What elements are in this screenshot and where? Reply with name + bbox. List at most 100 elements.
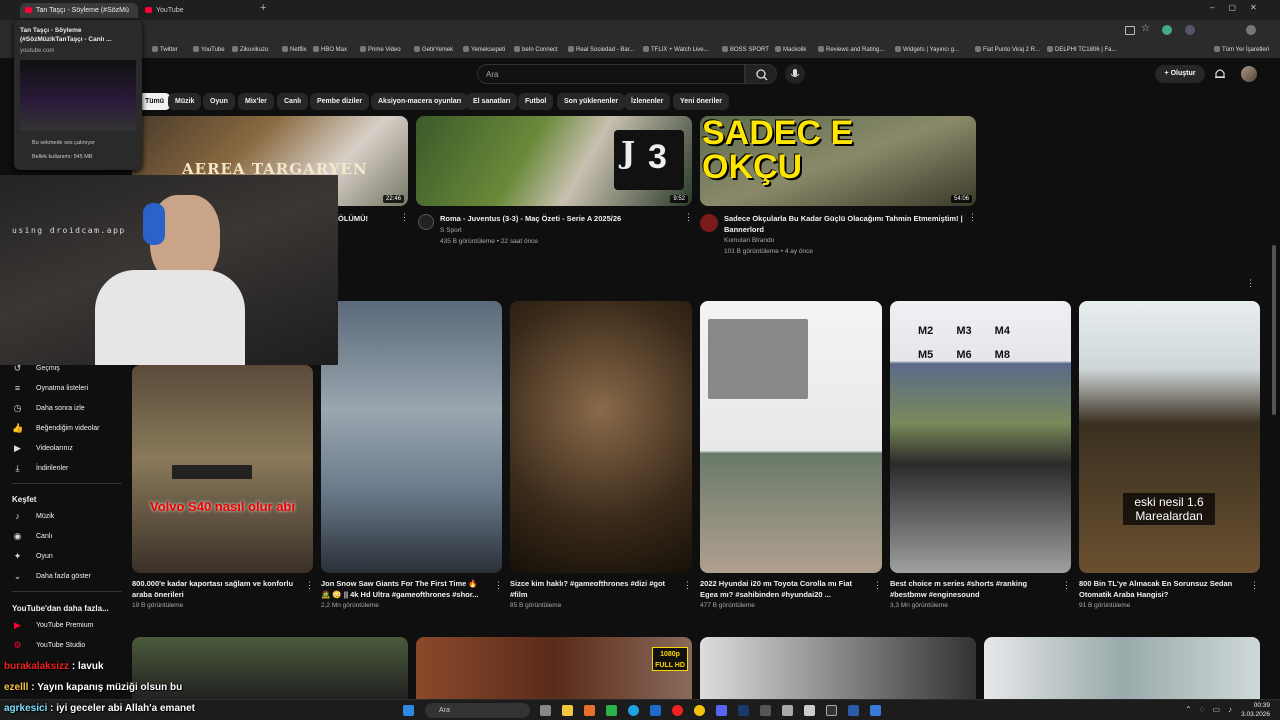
sidebar-item-liked[interactable]: 👍 Beğendiğim videolar	[12, 419, 122, 439]
bookmark[interactable]: DELPHI TC1806 | Fa...	[1047, 46, 1116, 53]
star-icon[interactable]: ☆	[1141, 23, 1150, 34]
short-thumbnail[interactable]	[510, 301, 692, 573]
edge-icon[interactable]	[628, 705, 639, 716]
notifications-bell-icon[interactable]	[1213, 67, 1227, 81]
short-thumbnail[interactable]: Volvo S40 nasıl olur abi	[132, 365, 313, 573]
sidebar-item-your-videos[interactable]: ▶ Videolarınız	[12, 439, 122, 459]
bookmark[interactable]: Mackolik	[775, 46, 806, 53]
bookmark[interactable]: HBO Max	[313, 46, 347, 53]
more-actions-icon[interactable]: ⋮	[684, 212, 693, 223]
sidebar-item-music[interactable]: ♪ Müzik	[12, 507, 122, 527]
more-actions-icon[interactable]: ⋮	[873, 580, 882, 591]
short-thumbnail[interactable]: M2 M3 M4 M5 M6 M8	[890, 301, 1071, 573]
sidebar-item-premium[interactable]: ▶ YouTube Premium	[12, 616, 122, 636]
chip-football[interactable]: Futbol	[518, 93, 554, 110]
short-title[interactable]: 800.000'e kadar kaportası sağlam ve konf…	[132, 578, 302, 600]
chip-watched[interactable]: İzlenenler	[624, 93, 671, 110]
chip-new-to-you[interactable]: Yeni öneriler	[673, 93, 730, 110]
bookmark[interactable]: Prime Video	[360, 46, 401, 53]
app-icon[interactable]	[760, 705, 771, 716]
chip-live[interactable]: Canlı	[277, 93, 309, 110]
taskbar-search[interactable]: Ara	[425, 703, 530, 718]
bookmark[interactable]: TFLIX + Watch Live...	[643, 46, 709, 53]
video-thumbnail[interactable]: SADEC E OKÇU 54:06	[700, 116, 976, 206]
chip-crafts[interactable]: El sanatları	[466, 93, 518, 110]
bookmark[interactable]: Zikuvikuzu	[232, 46, 268, 53]
cast-icon[interactable]	[1125, 26, 1135, 35]
search-input[interactable]: Ara	[477, 64, 745, 84]
video-thumbnail[interactable]: 1080p FULL HD	[416, 637, 692, 699]
more-actions-icon[interactable]: ⋮	[305, 580, 314, 591]
voice-search-button[interactable]	[785, 64, 805, 84]
bookmark[interactable]: beIn Connect	[514, 46, 558, 53]
chip-mixes[interactable]: Mix'ler	[238, 93, 274, 110]
tab-tan-tasci[interactable]: Tan Taşçı - Söyleme (#SözMü	[20, 3, 138, 18]
video-title[interactable]: Roma - Juventus (3-3) - Maç Özeti - Seri…	[440, 213, 680, 224]
video-title[interactable]: Sadece Okçularla Bu Kadar Güçlü Olacağım…	[724, 213, 964, 235]
chip-gaming[interactable]: Oyun	[203, 93, 235, 110]
chrome-icon[interactable]	[694, 705, 705, 716]
channel-name[interactable]: Komutan Blrando	[724, 236, 774, 246]
video-thumbnail[interactable]	[700, 637, 976, 699]
sidebar-item-show-more[interactable]: ⌄ Daha fazla göster	[12, 567, 122, 587]
more-actions-icon[interactable]: ⋮	[1062, 580, 1071, 591]
app-icon[interactable]	[650, 705, 661, 716]
windows-start-icon[interactable]	[403, 705, 414, 716]
more-actions-icon[interactable]: ⋮	[683, 580, 692, 591]
more-actions-icon[interactable]: ⋮	[1250, 580, 1259, 591]
profile-icon[interactable]	[1246, 25, 1256, 35]
short-title[interactable]: Sizce kim haklı? #gameofthrones #dizi #g…	[510, 578, 680, 600]
clock[interactable]: 00:39 3.03.2026	[1238, 701, 1270, 719]
discord-icon[interactable]	[716, 705, 727, 716]
all-bookmarks[interactable]: Tüm Yer İşaretleri	[1214, 46, 1269, 53]
window-controls[interactable]: –▢✕	[1210, 3, 1271, 12]
chip-soap-operas[interactable]: Pembe diziler	[310, 93, 370, 110]
short-thumbnail[interactable]	[700, 301, 882, 573]
channel-name[interactable]: S Sport	[440, 226, 462, 236]
create-button[interactable]: + Oluştur	[1155, 65, 1205, 83]
sidebar-item-playlists[interactable]: ≡ Oynatma listeleri	[12, 379, 122, 399]
more-actions-icon[interactable]: ⋮	[494, 580, 503, 591]
sidebar-item-downloads[interactable]: ⤓ İndirilenler	[12, 459, 122, 479]
chip-music[interactable]: Müzik	[168, 93, 202, 110]
bookmark[interactable]: Real Sociedad - Bar...	[568, 46, 634, 53]
bookmark[interactable]: BOSS SPORT	[722, 46, 769, 53]
video-thumbnail[interactable]: 3 J 9:52	[416, 116, 692, 206]
bookmark[interactable]: Netflix	[282, 46, 307, 53]
chip-all[interactable]: Tümü	[138, 93, 172, 110]
extension-icon[interactable]	[1162, 25, 1172, 35]
video-thumbnail[interactable]	[984, 637, 1260, 699]
new-tab-icon[interactable]: +	[260, 2, 266, 14]
file-explorer-icon[interactable]	[562, 705, 573, 716]
page-scrollbar[interactable]	[1272, 245, 1276, 415]
opera-icon[interactable]	[672, 705, 683, 716]
obs-icon[interactable]	[826, 705, 837, 716]
tab-youtube[interactable]: YouTube	[140, 3, 252, 18]
sidebar-item-gaming[interactable]: ✦ Oyun	[12, 547, 122, 567]
sidebar-item-live[interactable]: ◉ Canlı	[12, 527, 122, 547]
app-icon[interactable]	[848, 705, 859, 716]
shorts-more-icon[interactable]: ⋮	[1246, 278, 1255, 289]
steam-icon[interactable]	[738, 705, 749, 716]
account-avatar[interactable]	[1241, 66, 1257, 82]
system-tray-icons[interactable]: ⌃◌▭♪	[1185, 705, 1240, 714]
app-icon[interactable]	[870, 705, 881, 716]
short-title[interactable]: Jon Snow Saw Giants For The First Time 🔥…	[321, 578, 486, 600]
short-title[interactable]: Best choice m series #shorts #ranking #b…	[890, 578, 1060, 600]
bookmark[interactable]: Reviews and Rating...	[818, 46, 884, 53]
short-thumbnail[interactable]: eski nesil 1.6 Marealardan	[1079, 301, 1260, 573]
sidebar-item-watch-later[interactable]: ◷ Daha sonra izle	[12, 399, 122, 419]
calculator-icon[interactable]	[782, 705, 793, 716]
more-actions-icon[interactable]: ⋮	[400, 212, 409, 223]
extension-icon[interactable]	[1185, 25, 1195, 35]
app-icon[interactable]	[804, 705, 815, 716]
bookmark[interactable]: Widgets | Yayıncı g...	[895, 46, 959, 53]
bookmark[interactable]: GetirYemek	[414, 46, 453, 53]
bookmark[interactable]: Twitter	[152, 46, 178, 53]
short-thumbnail[interactable]	[321, 301, 502, 573]
bookmark[interactable]: Yemeksepeti	[463, 46, 505, 53]
search-button[interactable]	[745, 64, 777, 84]
short-title[interactable]: 2022 Hyundai i20 mı Toyota Corolla mı Fi…	[700, 578, 870, 600]
app-icon[interactable]	[606, 705, 617, 716]
sidebar-item-studio[interactable]: ⚙ YouTube Studio	[12, 636, 122, 656]
